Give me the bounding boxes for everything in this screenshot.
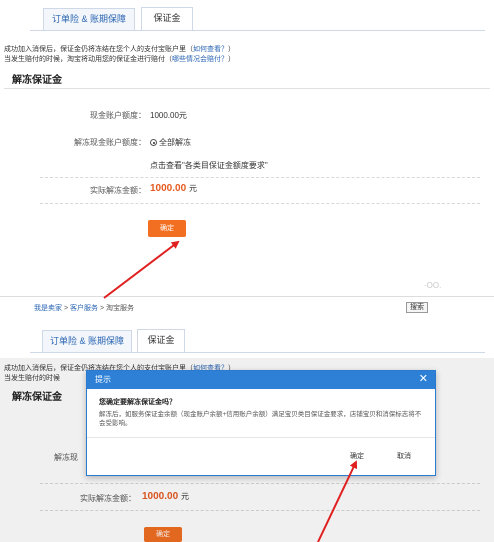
tab-divider [30, 352, 485, 353]
arrow-to-confirm-button [103, 240, 180, 299]
tab-deposit[interactable]: 保证金 [141, 7, 193, 30]
tab-order-insurance[interactable]: 订单险 & 账期保障 [42, 330, 132, 352]
breadcrumb-seller[interactable]: 我是卖家 [34, 305, 62, 312]
dialog-cancel-button[interactable]: 取消 [392, 451, 416, 461]
compensation-cases-link[interactable]: 哪些情况会赔付？ [172, 56, 228, 63]
dialog-title: 提示 [95, 375, 111, 384]
dialog-header: 提示 ✕ [87, 371, 435, 389]
actual-amount-value: 1000.00 元 [150, 183, 197, 194]
watermark: ·OO. [424, 281, 442, 290]
breadcrumb-separator: > [99, 305, 105, 312]
balance-value: 1000.00元 [150, 111, 187, 120]
tab-divider [30, 30, 485, 31]
breadcrumb: 我是卖家 > 客户服务 > 淘宝服务 [34, 303, 134, 313]
requirement-link[interactable]: 点击查看"各类目保证金额度要求" [150, 160, 268, 171]
breadcrumb-customer-service[interactable]: 客户服务 [70, 305, 98, 312]
dialog-ok-button[interactable]: 确定 [345, 451, 369, 461]
confirm-dialog: 提示 ✕ 您确定要解冻保证金吗？ 解冻后，如服务保证金余额（现金账户余额+信用账… [86, 370, 436, 476]
section-divider [4, 88, 490, 89]
section-title: 解冻保证金 [12, 75, 62, 86]
breadcrumb-taobao-service: 淘宝服务 [106, 305, 134, 312]
search-button[interactable]: 搜索 [406, 302, 428, 313]
unfreeze-all-radio[interactable]: 全部解冻 [150, 137, 191, 148]
note-tail: ） [228, 46, 235, 53]
dashed-divider [40, 203, 480, 204]
tab-order-insurance[interactable]: 订单险 & 账期保障 [43, 8, 135, 30]
amount-number: 1000.00 [150, 183, 187, 194]
breadcrumb-separator: > [63, 305, 69, 312]
amount-unit: 元 [188, 184, 197, 193]
radio-label: 全部解冻 [159, 138, 191, 147]
note-line-1: 成功加入消保后，保证金仍将冻结在您个人的支付宝账户里（如何查看？） [4, 44, 235, 54]
actual-amount-label: 实际解冻金额： [90, 186, 146, 195]
dialog-message: 解冻后，如服务保证金余额（现金账户余额+信用账户余额）满足宝贝类目保证金要求，店… [99, 411, 422, 427]
note-text: 成功加入消保后，保证金仍将冻结在您个人的支付宝账户里（ [4, 46, 193, 53]
note-text: 当发生赔付的时候，淘宝将动用您的保证金进行赔付（ [4, 56, 172, 63]
tab-deposit[interactable]: 保证金 [137, 329, 185, 352]
dialog-divider [87, 437, 435, 438]
radio-icon[interactable] [150, 139, 157, 146]
balance-label: 现金账户额度： [90, 111, 146, 120]
note-tail: ） [228, 56, 235, 63]
how-to-check-link[interactable]: 如何查看？ [193, 46, 228, 53]
close-icon[interactable]: ✕ [419, 371, 428, 388]
dashed-divider [40, 177, 480, 178]
dialog-body: 您确定要解冻保证金吗？ 解冻后，如服务保证金余额（现金账户余额+信用账户余额）满… [87, 389, 435, 428]
unfreeze-label: 解冻现金账户额度： [74, 138, 146, 147]
confirm-button[interactable]: 确定 [148, 220, 186, 237]
nav-top-border [0, 296, 494, 297]
note-line-2: 当发生赔付的时候，淘宝将动用您的保证金进行赔付（哪些情况会赔付？） [4, 54, 235, 64]
dialog-question: 您确定要解冻保证金吗？ [99, 399, 176, 406]
